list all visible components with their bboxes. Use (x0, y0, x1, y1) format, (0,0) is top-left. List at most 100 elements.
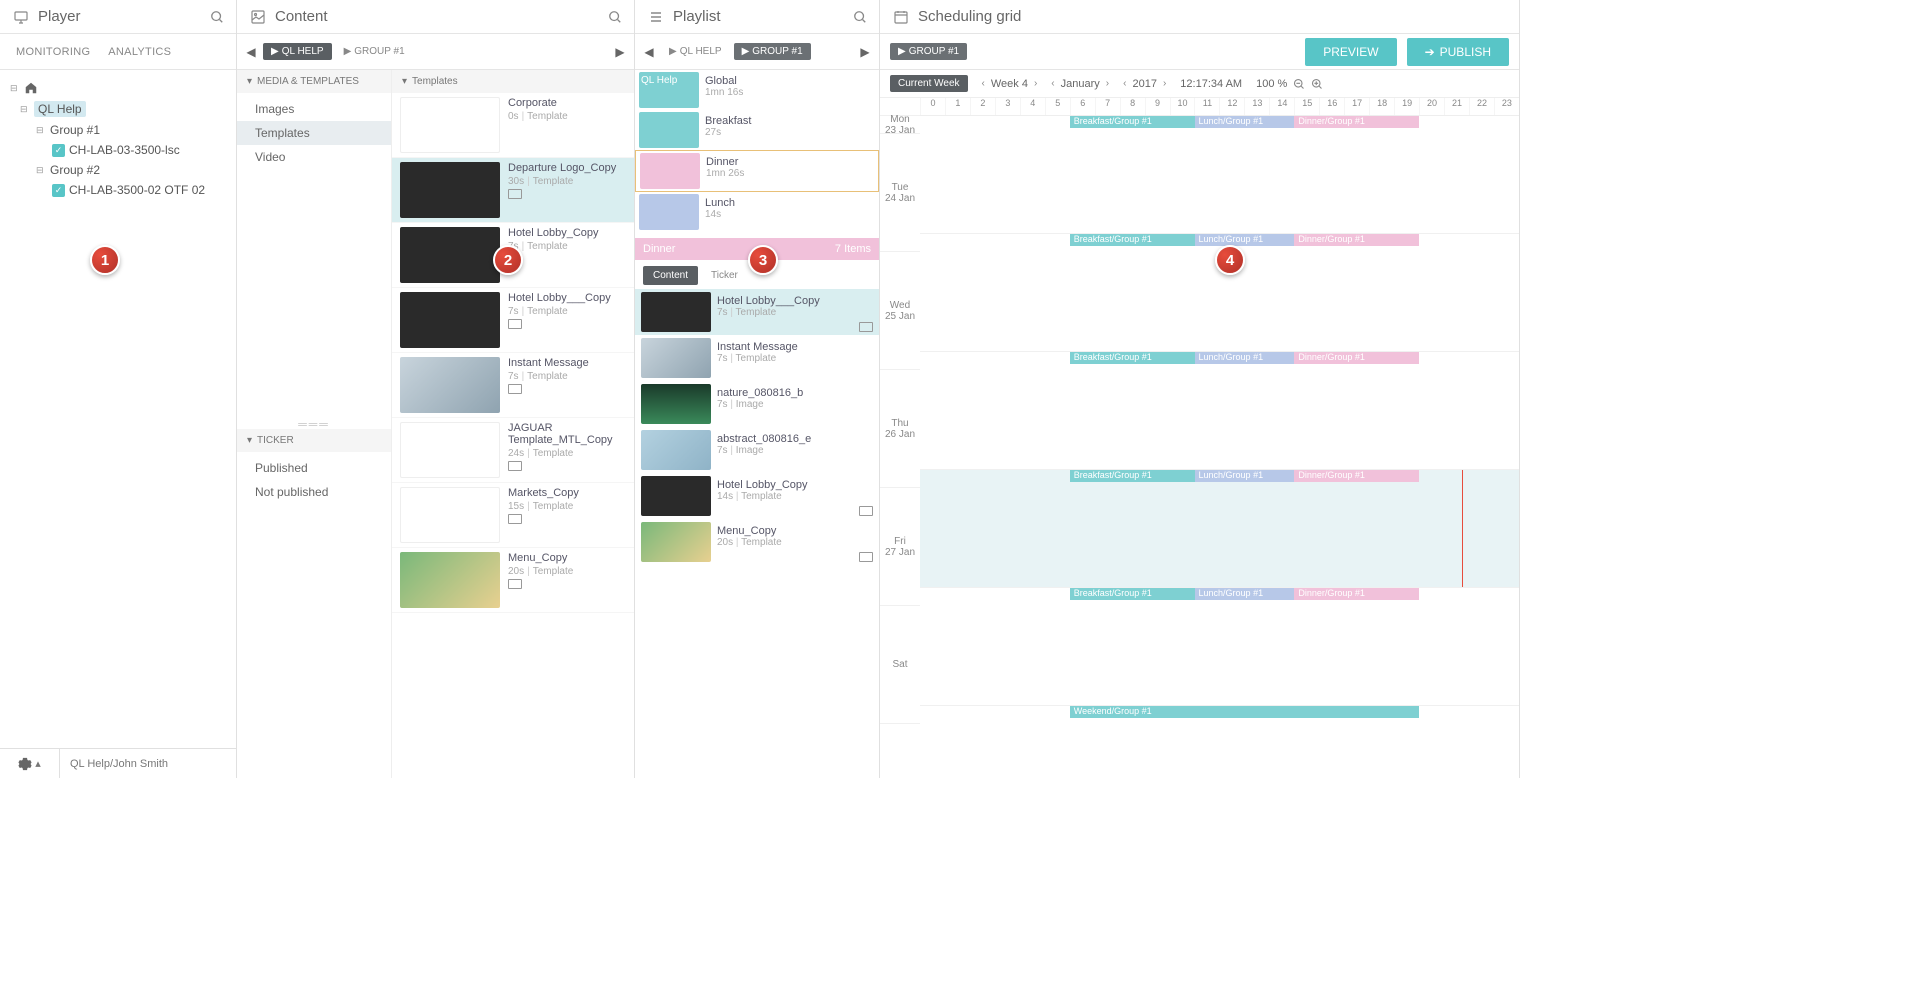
ticker-header[interactable]: ▾ TICKER (237, 429, 391, 452)
schedule-event[interactable]: Weekend/Group #1 (1070, 706, 1419, 718)
schedule-event[interactable]: Breakfast/Group #1 (1070, 352, 1195, 364)
crumb-group[interactable]: ▶GROUP #1 (734, 43, 811, 60)
schedule-event[interactable]: Dinner/Group #1 (1294, 234, 1419, 246)
schedule-event[interactable]: Dinner/Group #1 (1294, 470, 1419, 482)
resize-handle[interactable]: ═══ (237, 419, 391, 429)
collapse-icon[interactable]: ⊟ (20, 104, 30, 115)
checkbox-icon[interactable]: ✓ (52, 144, 65, 157)
collapse-icon[interactable]: ⊟ (10, 83, 20, 94)
schedule-event[interactable]: Lunch/Group #1 (1195, 116, 1295, 128)
next-icon[interactable]: ▶ (612, 44, 628, 60)
playlist-swatch (639, 112, 699, 148)
year-label[interactable]: 2017 (1132, 78, 1156, 90)
tree-player-item[interactable]: ✓ CH-LAB-03-3500-lsc (0, 140, 236, 160)
checkbox-icon[interactable]: ✓ (52, 184, 65, 197)
schedule-event[interactable]: Dinner/Group #1 (1294, 352, 1419, 364)
template-item[interactable]: Departure Logo_Copy 30s|Template (392, 158, 634, 223)
collapse-icon[interactable]: ⊟ (36, 165, 46, 176)
playlist-content-item[interactable]: nature_080816_b 7s | Image (635, 381, 879, 427)
playlist-content-item[interactable]: Instant Message 7s | Template (635, 335, 879, 381)
week-label[interactable]: Week 4 (991, 78, 1028, 90)
schedule-event[interactable]: Lunch/Group #1 (1195, 470, 1295, 482)
crumb-group[interactable]: ▶GROUP #1 (336, 43, 413, 60)
chevron-left-icon[interactable]: ‹ (1051, 78, 1054, 89)
template-item[interactable]: JAGUAR Template_MTL_Copy 24s|Template (392, 418, 634, 483)
template-thumb (400, 227, 500, 283)
schedule-event[interactable]: Breakfast/Group #1 (1070, 234, 1195, 246)
schedule-event[interactable]: Lunch/Group #1 (1195, 588, 1295, 600)
playlist-item[interactable]: Breakfast 27s (635, 110, 879, 150)
schedule-event[interactable]: Dinner/Group #1 (1294, 116, 1419, 128)
template-item[interactable]: Hotel Lobby___Copy 7s|Template (392, 288, 634, 353)
tree-group1[interactable]: ⊟ Group #1 (0, 120, 236, 140)
template-item[interactable]: Menu_Copy 20s|Template (392, 548, 634, 613)
schedule-day-row[interactable]: Breakfast/Group #1Lunch/Group #1Dinner/G… (920, 116, 1519, 234)
content-thumb (641, 338, 711, 378)
prev-icon[interactable]: ◀ (243, 44, 259, 60)
playlist-item[interactable]: Lunch 14s (635, 192, 879, 232)
search-icon[interactable] (853, 10, 867, 24)
collapse-icon[interactable]: ⊟ (36, 125, 46, 136)
day-label: Wed25 Jan (880, 252, 920, 370)
grid-column[interactable]: 01234567891011121314151617181920212223 B… (920, 98, 1519, 778)
chevron-right-icon[interactable]: › (1034, 78, 1037, 89)
chevron-left-icon[interactable]: ‹ (1123, 78, 1126, 89)
template-item[interactable]: Markets_Copy 15s|Template (392, 483, 634, 548)
crumb-qlhelp[interactable]: ▶QL HELP (263, 43, 332, 60)
schedule-day-row[interactable]: Weekend/Group #1 (920, 706, 1519, 778)
publish-button[interactable]: ➔ PUBLISH (1407, 38, 1509, 66)
pl-tab-ticker[interactable]: Ticker (701, 266, 748, 285)
tree-home[interactable]: ⊟ (0, 78, 236, 98)
playlist-content-item[interactable]: abstract_080816_e 7s | Image (635, 427, 879, 473)
playlist-content-item[interactable]: Hotel Lobby_Copy 14s | Template (635, 473, 879, 519)
tree-label: Group #1 (50, 123, 100, 137)
schedule-header: Scheduling grid (880, 0, 1519, 34)
crumb-qlhelp[interactable]: ▶QL HELP (661, 43, 730, 60)
cat-images[interactable]: Images (237, 97, 391, 121)
ticker-published[interactable]: Published (237, 456, 391, 480)
playlist-item[interactable]: Dinner 1mn 26s (635, 150, 879, 192)
chevron-right-icon[interactable]: › (1106, 78, 1109, 89)
media-templates-header[interactable]: ▾ MEDIA & TEMPLATES (237, 70, 391, 93)
chevron-left-icon[interactable]: ‹ (982, 78, 985, 89)
next-icon[interactable]: ▶ (857, 44, 873, 60)
ticker-not-published[interactable]: Not published (237, 480, 391, 504)
preview-button[interactable]: PREVIEW (1305, 38, 1396, 66)
playlist-content-item[interactable]: Menu_Copy 20s | Template (635, 519, 879, 565)
chevron-right-icon[interactable]: › (1163, 78, 1166, 89)
playlist-item[interactable]: QL Help Global 1mn 16s (635, 70, 879, 110)
pl-tab-content[interactable]: Content (643, 266, 698, 285)
playlist-duration: 27s (705, 127, 875, 138)
playlist-content-item[interactable]: Hotel Lobby___Copy 7s | Template (635, 289, 879, 335)
month-label[interactable]: January (1061, 78, 1100, 90)
cat-video[interactable]: Video (237, 145, 391, 169)
zoom-in-icon[interactable] (1311, 78, 1323, 90)
template-item[interactable]: Instant Message 7s|Template (392, 353, 634, 418)
current-week-button[interactable]: Current Week (890, 75, 968, 92)
crumb-group[interactable]: ▶GROUP #1 (890, 43, 967, 60)
templates-list-header[interactable]: ▾ Templates (392, 70, 634, 93)
schedule-event[interactable]: Breakfast/Group #1 (1070, 588, 1195, 600)
schedule-day-row[interactable]: Breakfast/Group #1Lunch/Group #1Dinner/G… (920, 588, 1519, 706)
cat-templates[interactable]: Templates (237, 121, 391, 145)
schedule-event[interactable]: Lunch/Group #1 (1195, 352, 1295, 364)
tree-group2[interactable]: ⊟ Group #2 (0, 160, 236, 180)
zoom-out-icon[interactable] (1293, 78, 1305, 90)
schedule-day-row[interactable]: Breakfast/Group #1Lunch/Group #1Dinner/G… (920, 470, 1519, 588)
search-icon[interactable] (608, 10, 622, 24)
schedule-event[interactable]: Dinner/Group #1 (1294, 588, 1419, 600)
schedule-event[interactable]: Lunch/Group #1 (1195, 234, 1295, 246)
tab-monitoring[interactable]: MONITORING (16, 46, 90, 58)
tree-qlhelp[interactable]: ⊟ QL Help (0, 98, 236, 120)
schedule-event[interactable]: Breakfast/Group #1 (1070, 116, 1195, 128)
template-name: Instant Message (508, 357, 626, 369)
prev-icon[interactable]: ◀ (641, 44, 657, 60)
settings-menu[interactable]: ▴ (0, 749, 60, 778)
template-item[interactable]: Corporate 0s|Template (392, 93, 634, 158)
search-icon[interactable] (210, 10, 224, 24)
tab-analytics[interactable]: ANALYTICS (108, 46, 171, 58)
schedule-event[interactable]: Breakfast/Group #1 (1070, 470, 1195, 482)
schedule-day-row[interactable]: Breakfast/Group #1Lunch/Group #1Dinner/G… (920, 352, 1519, 470)
tree-player-item[interactable]: ✓ CH-LAB-3500-02 OTF 02 (0, 180, 236, 200)
template-thumb (400, 97, 500, 153)
